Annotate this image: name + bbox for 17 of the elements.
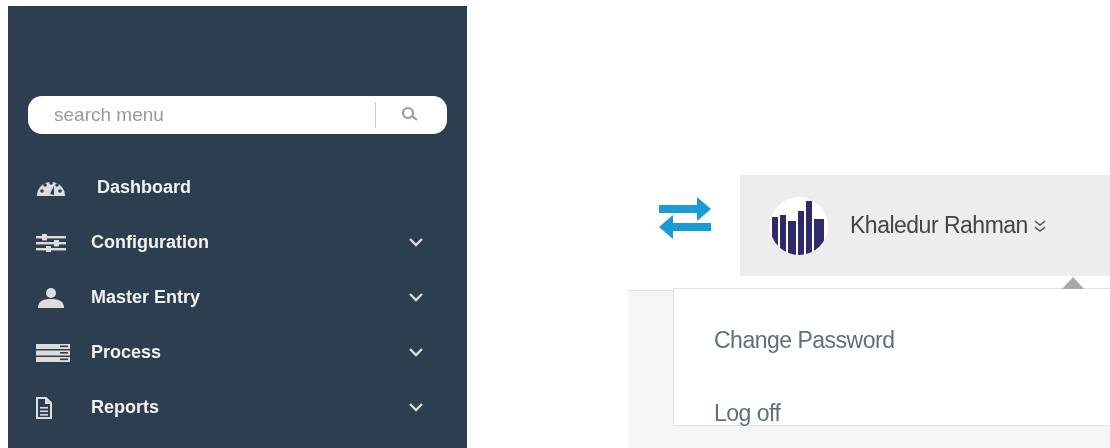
user-name: Khaledur Rahman [850,211,1028,241]
swap-arrows-icon[interactable] [659,197,711,239]
menu-item[interactable]: Process [8,325,467,380]
menu-item[interactable]: Dashboard [8,160,467,215]
search-field[interactable]: search menu [28,96,447,134]
sliders-icon [36,233,66,252]
search-icon[interactable] [401,106,419,122]
double-chevron-icon [1033,218,1046,233]
dropdown-item[interactable]: Change Password [714,323,1110,358]
menu-item[interactable]: Reports [8,380,467,435]
user-icon [36,287,66,308]
menu-item[interactable]: Master Entry [8,270,467,325]
user-menu-button[interactable]: Khaledur Rahman [740,175,1110,276]
dropdown-item[interactable]: Log off [714,395,1110,430]
document-icon [36,396,52,419]
menu-item[interactable]: Configuration [8,215,467,270]
server-icon [36,343,70,362]
